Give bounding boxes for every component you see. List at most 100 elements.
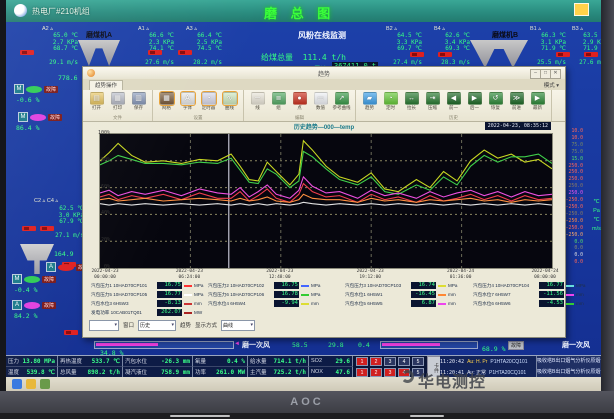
网格-button[interactable]: ▦网格 xyxy=(157,92,176,111)
toolbar-button-label: 恢复 xyxy=(486,105,505,111)
legend-pen-label: 汽包压力3 10HAD70CP103 xyxy=(345,283,409,289)
alarm-square-1[interactable]: 1 xyxy=(356,357,368,366)
线-button[interactable]: ─线 xyxy=(248,92,267,111)
字体-button[interactable]: A字体 xyxy=(178,92,197,111)
y-tick-label: 60% xyxy=(88,184,110,190)
打开-button[interactable]: ▤打开 xyxy=(87,92,106,111)
toolbar-group-name: 历史 xyxy=(356,115,551,121)
alarm-square-5[interactable]: 5 xyxy=(412,357,424,366)
window-titlebar[interactable]: 趋势 – □ ✕ xyxy=(83,67,565,79)
数值-button[interactable]: ▭数值 xyxy=(311,92,330,111)
alarm-square-1[interactable]: 1 xyxy=(356,368,368,377)
close-button[interactable]: ✕ xyxy=(550,69,561,79)
pen-combo[interactable]: ▾ xyxy=(89,320,119,331)
status-label: 功率 xyxy=(195,368,206,376)
status-label: NOX xyxy=(311,369,323,375)
taskbar-icon[interactable] xyxy=(40,379,50,389)
legend-pen-value[interactable]: 16.77 xyxy=(539,282,564,289)
mode-dropdown[interactable]: 模式 ▾ xyxy=(544,81,559,89)
legend-color-dash xyxy=(301,294,309,296)
保存-button[interactable]: ▥保存 xyxy=(129,92,148,111)
alarm-type: Au: H. Pr xyxy=(467,359,487,365)
status-label: SO2 xyxy=(311,358,322,364)
alarm-flag-icon[interactable] xyxy=(574,3,589,16)
air-speed-value: 27.1 m/s xyxy=(48,232,84,239)
legend-pen-value[interactable]: -9.94 xyxy=(274,300,299,307)
压缩-button[interactable]: ⇥压缩 xyxy=(423,92,442,111)
legend-pen-value[interactable]: 16.74 xyxy=(411,282,436,289)
ribbon-toolbar: ▤打开▦打印▥保存文件▦网格A字体◔定时器∿曲线设置─线≣组●点▭数值↗参考曲线… xyxy=(83,90,565,122)
legend-pen-value[interactable]: 6.87 xyxy=(411,300,436,307)
y-tick-label: 40% xyxy=(88,210,110,216)
alarm-time: 11:20:42 xyxy=(440,359,464,365)
feeder-pct-1: -0.6 % xyxy=(16,96,39,104)
alarm-square-2[interactable]: 2 xyxy=(370,357,382,366)
alarm-square-3[interactable]: 3 xyxy=(384,357,396,366)
点-button[interactable]: ●点 xyxy=(290,92,309,111)
trend-plot-area[interactable] xyxy=(99,133,553,269)
toolbar-button-label: 后一 xyxy=(465,105,484,111)
display-mode-combo[interactable]: 曲线▾ xyxy=(221,320,255,331)
window-bottom-controls: ▾ 窗口 历史▾ 趋势 显示方式 曲线▾ xyxy=(89,319,559,331)
status-label: 主汽量 xyxy=(250,368,267,376)
alarm-square-3[interactable]: 3 xyxy=(384,368,396,377)
toolbar-button-label: 参考曲线 xyxy=(332,105,351,111)
legend-pen-value[interactable]: 16.78 xyxy=(274,291,299,298)
打印-button[interactable]: ▦打印 xyxy=(108,92,127,111)
legend-pen-value[interactable]: -11.56 xyxy=(539,291,564,298)
趋势-button[interactable]: ▰趋势 xyxy=(360,92,379,111)
taskbar-icon[interactable] xyxy=(26,379,36,389)
reflection xyxy=(170,415,230,417)
status-label: 再热温度 xyxy=(60,357,82,365)
print-icon: ▦ xyxy=(111,92,125,105)
y-tick-label: 80% xyxy=(88,157,110,163)
参考曲线-button[interactable]: ↗参考曲线 xyxy=(332,92,351,111)
legend-pen-value[interactable]: 16.75 xyxy=(274,282,299,289)
前进-button[interactable]: ≫前进 xyxy=(507,92,526,111)
alarm-square-4[interactable]: 4 xyxy=(398,357,410,366)
legend-pen-value[interactable]: -16.45 xyxy=(411,291,436,298)
legend-column: 汽包压力2 10HAD70CP10216.75MPa汽包压力6 10HAD70C… xyxy=(208,281,338,308)
motor-indicator: M故障 xyxy=(12,274,56,284)
组-button[interactable]: ≣组 xyxy=(269,92,288,111)
windows-taskbar[interactable] xyxy=(6,377,601,391)
status-bar: 压力13.80 MPa再热温度533.7 ℃汽包水位-26.3 mm氧量0.4 … xyxy=(6,355,601,377)
曲线-button[interactable]: ∿曲线 xyxy=(220,92,239,111)
legend-pen-value[interactable]: -4.53 xyxy=(539,300,564,307)
最新-button[interactable]: ▶最新 xyxy=(528,92,547,111)
legend-pen-value[interactable]: -8.13 xyxy=(157,300,182,307)
后一-button[interactable]: ▶后一 xyxy=(465,92,484,111)
state-pill-icon xyxy=(24,276,40,283)
primary-air-slider-left[interactable]: ◄ xyxy=(94,341,234,349)
alarm-square-2[interactable]: 2 xyxy=(370,368,382,377)
sensor-group-b2: B2 ▵64.5 ℃3.3 KPa69.7 ℃27.4 m/s xyxy=(386,26,422,66)
status-label: 凝汽液位 xyxy=(125,368,147,376)
legend-pen-label: 发电功率 10CAB01TQ01 xyxy=(91,310,155,316)
taskbar-icon[interactable] xyxy=(12,379,22,389)
legend-pen-value[interactable]: 16.75 xyxy=(157,282,182,289)
mill-a-shape[interactable] xyxy=(78,40,120,66)
拉长-button[interactable]: ↔拉长 xyxy=(402,92,421,111)
前一-button[interactable]: ◀前一 xyxy=(444,92,463,111)
status-cell-2: 汽包水位-26.3 mm xyxy=(123,356,193,367)
history-combo[interactable]: 历史▾ xyxy=(138,320,176,331)
x-tick-label: 2022-04-2319:12:00 xyxy=(348,269,392,280)
legend-pen-value[interactable]: 262.07 xyxy=(157,309,182,316)
status-value: 0.4 % xyxy=(227,358,245,365)
toolbar-group-name: 编辑 xyxy=(244,115,355,121)
primary-air-slider-right[interactable] xyxy=(380,341,478,349)
恢复-button[interactable]: ↺恢复 xyxy=(486,92,505,111)
定时-button[interactable]: ◔定时 xyxy=(381,92,400,111)
valve-state-indicator xyxy=(178,50,192,55)
line-icon: ─ xyxy=(251,92,265,105)
window-title: 趋势 xyxy=(83,69,565,78)
mill-b-shape[interactable] xyxy=(470,40,528,68)
pen-scale-value: -250.0 xyxy=(553,212,583,219)
legend-pen-value[interactable]: 16.77 xyxy=(157,291,182,298)
font-icon: A xyxy=(181,92,195,105)
定时器-button[interactable]: ◔定时器 xyxy=(199,92,218,111)
legend-color-dash xyxy=(566,294,574,296)
legend-color-dash xyxy=(438,285,446,287)
legend-pen-label: 汽包水位3 6H5W3 xyxy=(91,301,155,307)
legend-row: 汽包水位7 6H5W7-11.56mm xyxy=(473,290,601,299)
